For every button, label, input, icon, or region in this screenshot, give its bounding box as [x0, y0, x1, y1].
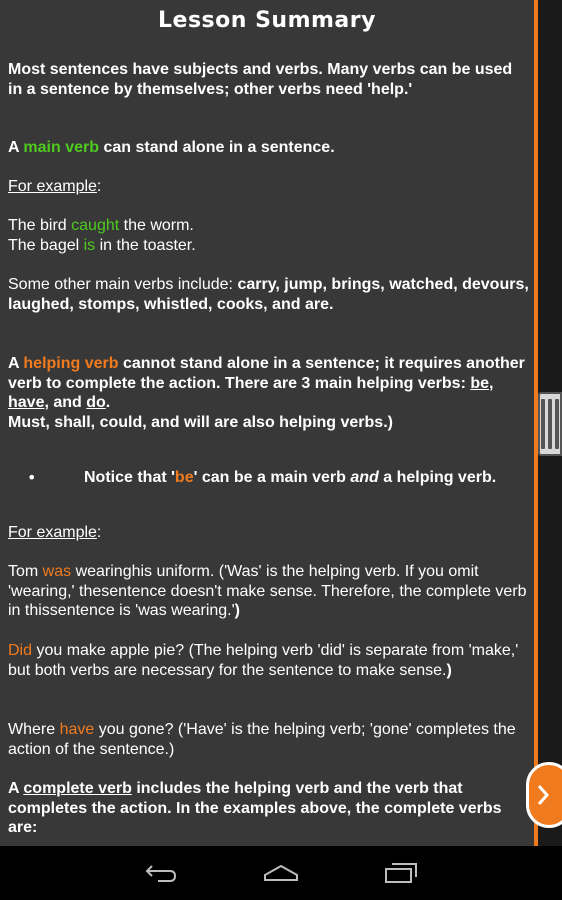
example-verb: Did — [8, 642, 33, 659]
text: , and — [44, 394, 87, 411]
text: in the toaster. — [95, 237, 196, 254]
main-verb-definition: A main verb can stand alone in a sentenc… — [8, 138, 530, 158]
next-page-button[interactable] — [526, 762, 562, 828]
intro-paragraph: Most sentences have subjects and verbs. … — [8, 61, 513, 98]
notice-note: Notice that 'be' can be a main verb and … — [84, 468, 530, 488]
example-where: Where have you gone? ('Have' is the help… — [8, 720, 530, 759]
recent-apps-button[interactable] — [371, 856, 431, 890]
helping-verb-definition: A helping verb cannot stand alone in a s… — [8, 354, 530, 432]
verb-have: have — [8, 394, 45, 411]
helping-verbs-extra: Must, shall, could, and will are also he… — [8, 413, 393, 431]
text: Where — [8, 721, 60, 738]
text: , — [489, 374, 494, 392]
complete-verb-term: complete verb — [23, 780, 132, 797]
verb-be: be — [470, 374, 490, 392]
example-verb: have — [59, 721, 95, 738]
back-icon — [145, 865, 177, 882]
for-example-label: For example — [8, 524, 97, 541]
text: a helping verb. — [378, 469, 497, 486]
grip-line — [541, 399, 545, 449]
chevron-right-icon — [537, 785, 549, 805]
example-tom: Tom was wearinghis uniform. ('Was' is th… — [8, 562, 530, 621]
example-did: Did you make apple pie? (The helping ver… — [8, 641, 530, 680]
text: A — [8, 780, 24, 797]
for-example-heading-2: For example: — [8, 523, 530, 543]
drawer-handle[interactable] — [538, 392, 562, 456]
for-example-label: For example — [8, 178, 97, 195]
helping-verb-term: helping verb — [23, 355, 119, 372]
example-verb: is — [83, 237, 96, 254]
grip-line — [548, 399, 552, 449]
text: A — [8, 355, 24, 372]
back-button[interactable] — [131, 856, 191, 890]
verb-be: be — [174, 469, 194, 486]
example-verb: was — [42, 563, 72, 580]
text: ) — [234, 602, 240, 619]
text: the worm. — [119, 217, 194, 234]
text: ' can be a main verb — [193, 469, 351, 486]
complete-verb-definition: A complete verb includes the helping ver… — [8, 779, 530, 838]
lesson-panel: Lesson Summary Most sentences have subje… — [0, 0, 534, 846]
text: can stand alone in a sentence. — [99, 139, 335, 156]
example-verb: caught — [71, 217, 120, 234]
text: wearinghis uniform. ('Was' is the helpin… — [8, 563, 527, 619]
text: Tom — [8, 563, 43, 580]
example-line-2: The bagel is in the toaster. — [8, 236, 530, 256]
for-example-heading-1: For example: — [8, 177, 530, 197]
main-verb-term: main verb — [23, 139, 99, 156]
colon: : — [96, 524, 102, 541]
navigation-bar — [0, 846, 562, 900]
text: A — [8, 139, 24, 156]
text: Notice that ' — [84, 469, 175, 486]
recent-apps-icon — [385, 863, 417, 883]
colon: : — [96, 178, 102, 195]
text: ) — [446, 661, 452, 679]
home-icon — [264, 864, 298, 881]
other-main-verbs: Some other main verbs include: carry, ju… — [8, 275, 530, 314]
page-title: Lesson Summary — [158, 8, 376, 33]
verb-do: do — [86, 394, 106, 411]
text: . — [105, 394, 111, 411]
home-button[interactable] — [251, 856, 311, 890]
text: you make apple pie? (The helping verb 'd… — [8, 642, 519, 679]
emphasis: and — [350, 469, 379, 486]
bullet-point: • — [27, 468, 37, 487]
example-line-1: The bird caught the worm. — [8, 216, 530, 236]
text: Some other main verbs include: — [8, 276, 238, 293]
text: The bagel — [8, 237, 84, 254]
text: The bird — [8, 217, 72, 234]
grip-line — [555, 399, 559, 449]
